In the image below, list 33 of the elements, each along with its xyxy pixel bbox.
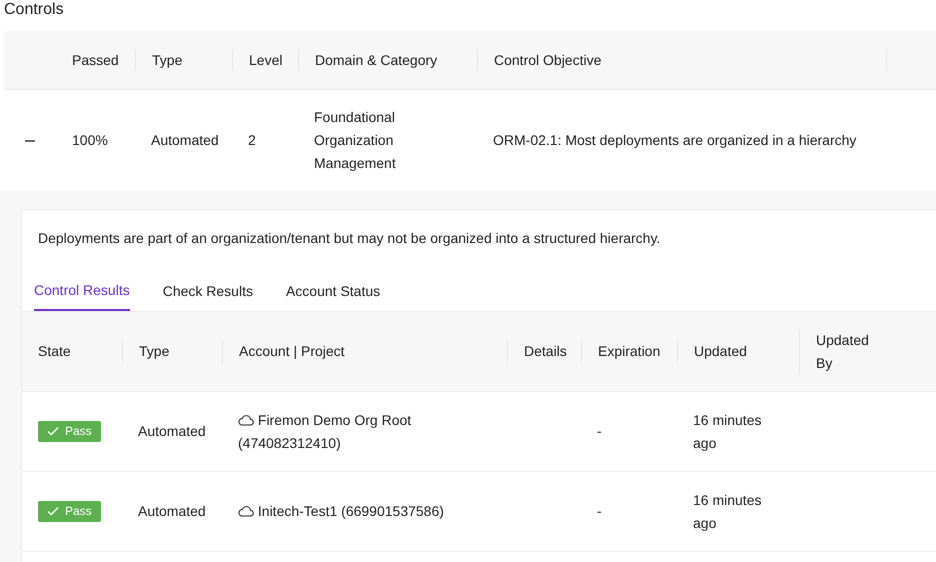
cloud-icon — [238, 414, 254, 426]
table-cell: 16 minutes ago — [693, 492, 762, 530]
status-badge: Pass — [38, 500, 101, 522]
table-cell: Automated — [138, 423, 206, 439]
column-header: Domain & Category — [315, 52, 438, 68]
table-cell: Firemon Demo Org Root (474082312410) — [238, 412, 412, 450]
table-cell: - — [597, 503, 602, 519]
column-header: Expiration — [598, 343, 660, 359]
column-header: Updated — [694, 343, 747, 359]
table-cell: Foundational Organization Management — [314, 109, 396, 171]
column-header: Type — [152, 52, 182, 68]
table-cell: ORM-02.1: Most deployments are organized in a hierarchy — [493, 132, 856, 148]
column-header: Control Objective — [494, 52, 602, 68]
column-header: Account | Project — [239, 343, 345, 359]
section-title: Controls — [3, 0, 65, 20]
table-cell: 100% — [72, 132, 108, 148]
tab[interactable]: Check Results — [162, 270, 269, 311]
table-cell: - — [597, 423, 602, 439]
column-header: Passed — [72, 52, 119, 68]
control-description: Deployments are part of an organization/tenant but may not be organized into a structured hierarchy. — [37, 229, 662, 248]
table-cell: Initech-Test1 (669901537586) — [238, 503, 444, 519]
table-cell: 2 — [248, 132, 256, 148]
cloud-icon — [238, 506, 254, 517]
status-badge: Pass — [38, 420, 101, 442]
table-cell: Automated — [138, 503, 206, 519]
table-cell: 16 minutes ago — [693, 412, 762, 450]
column-header: Details — [524, 343, 567, 359]
table-cell: Automated — [151, 132, 219, 148]
column-header: Level — [249, 52, 282, 68]
column-header: Type — [139, 343, 170, 359]
tab[interactable]: Account Status — [286, 270, 396, 311]
column-header: State — [38, 343, 71, 359]
column-header: Updated By — [816, 332, 869, 370]
